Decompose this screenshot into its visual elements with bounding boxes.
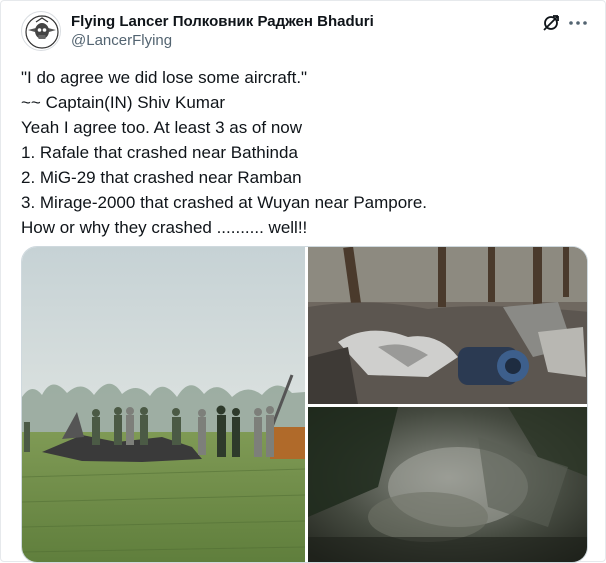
skull-logo-icon (23, 13, 60, 50)
grok-icon[interactable] (541, 13, 561, 33)
post-line: 1. Rafale that crashed near Bathinda (21, 143, 298, 162)
user-handle[interactable]: @LancerFlying (71, 31, 374, 51)
avatar[interactable] (21, 11, 61, 51)
burnt-wreckage-photo[interactable] (308, 247, 587, 404)
tweet-card: Flying Lancer Полковник Раджен Bhaduri @… (0, 0, 606, 563)
post-text: "I do agree we did lose some aircraft." … (21, 65, 591, 240)
post-line: Yeah I agree too. At least 3 as of now (21, 118, 303, 137)
post-line: 2. MiG-29 that crashed near Ramban (21, 168, 302, 187)
media-grid (21, 246, 588, 563)
display-name[interactable]: Flying Lancer Полковник Раджен Bhaduri (71, 12, 374, 31)
post-line: 3. Mirage-2000 that crashed at Wuyan nea… (21, 193, 428, 212)
post-line: How or why they crashed .......... well!… (21, 218, 308, 237)
post-line: "I do agree we did lose some aircraft." (21, 68, 308, 87)
author-block: Flying Lancer Полковник Раджен Bhaduri @… (71, 12, 374, 51)
wreckage-field-photo[interactable] (22, 247, 305, 562)
wreckage-closeup-photo[interactable] (308, 407, 587, 562)
post-line: ~~ Captain(IN) Shiv Kumar (21, 93, 226, 112)
more-options-icon[interactable] (567, 13, 589, 33)
